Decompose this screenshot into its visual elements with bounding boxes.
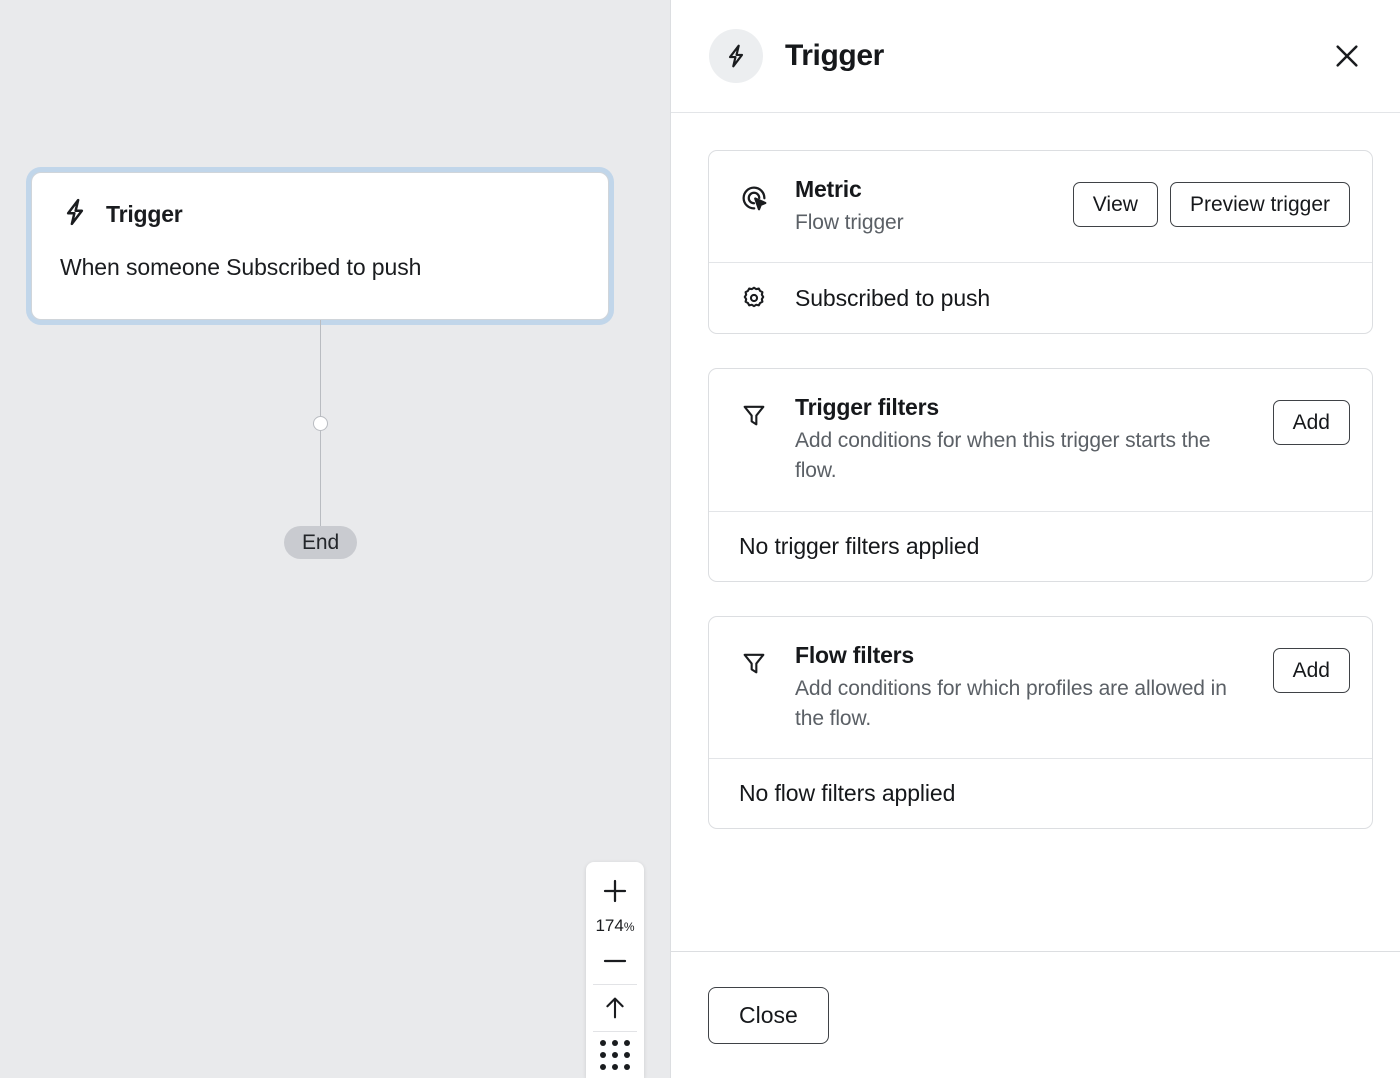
lightning-bolt-icon xyxy=(60,197,90,232)
zoom-level-label: 174% xyxy=(595,914,634,938)
flow-filters-card-text: Flow filters Add conditions for which pr… xyxy=(769,641,1273,735)
trigger-filters-actions: Add xyxy=(1272,393,1350,446)
trigger-node-wrapper: Trigger When someone Subscribed to push xyxy=(31,172,609,320)
zoom-in-button[interactable] xyxy=(586,868,644,914)
trigger-filters-card-main: Trigger filters Add conditions for when … xyxy=(709,369,1372,511)
close-button[interactable]: Close xyxy=(708,986,829,1044)
trigger-detail-panel: Trigger Metric Flow trigger View Preview… xyxy=(670,0,1400,1078)
metric-card-title: Metric xyxy=(795,176,862,202)
dots-grid-icon[interactable] xyxy=(586,1032,644,1078)
trigger-node-description: When someone Subscribed to push xyxy=(60,254,422,280)
panel-body: Metric Flow trigger View Preview trigger xyxy=(671,113,1400,951)
trigger-filters-title: Trigger filters xyxy=(795,394,939,421)
flow-filters-actions: Add xyxy=(1272,641,1350,693)
panel-title: Trigger xyxy=(785,39,884,72)
click-target-icon xyxy=(739,175,769,213)
gear-icon xyxy=(739,284,769,312)
flow-filters-empty-row: No flow filters applied xyxy=(709,758,1372,828)
panel-footer: Close xyxy=(671,951,1400,1078)
zoom-level-value: 174 xyxy=(595,916,624,935)
trigger-node[interactable]: Trigger When someone Subscribed to push xyxy=(31,172,609,320)
zoom-toolbar: 174% xyxy=(586,862,644,1078)
add-flow-filter-button[interactable]: Add xyxy=(1272,647,1350,693)
flow-builder-screen: Trigger When someone Subscribed to push … xyxy=(0,0,1400,1078)
metric-card-actions: View Preview trigger xyxy=(1072,175,1350,227)
trigger-filters-subtitle: Add conditions for when this trigger sta… xyxy=(795,428,1211,483)
preview-trigger-button[interactable]: Preview trigger xyxy=(1169,182,1350,227)
trigger-filters-card-text: Trigger filters Add conditions for when … xyxy=(769,393,1273,487)
zoom-out-button[interactable] xyxy=(586,938,644,984)
view-button[interactable]: View xyxy=(1072,182,1158,227)
lightning-bolt-icon xyxy=(709,29,763,83)
trigger-node-header: Trigger xyxy=(60,197,580,232)
trigger-filters-empty-row: No trigger filters applied xyxy=(709,510,1372,581)
flow-filters-title: Flow filters xyxy=(795,641,915,668)
metric-card: Metric Flow trigger View Preview trigger xyxy=(708,150,1373,335)
metric-card-text: Metric Flow trigger xyxy=(769,175,1073,238)
panel-header: Trigger xyxy=(671,0,1400,113)
flow-filters-subtitle: Add conditions for which profiles are al… xyxy=(795,676,1227,730)
flow-connector-add-point[interactable] xyxy=(313,416,328,431)
metric-value-label: Subscribed to push xyxy=(795,284,991,311)
metric-value-row[interactable]: Subscribed to push xyxy=(709,262,1372,333)
metric-card-main: Metric Flow trigger View Preview trigger xyxy=(709,151,1372,262)
collapse-toolbar-button[interactable] xyxy=(586,985,644,1031)
flow-filters-card: Flow filters Add conditions for which pr… xyxy=(708,615,1373,830)
dots-grid-glyph xyxy=(600,1040,630,1070)
zoom-level-unit: % xyxy=(623,920,635,934)
flow-filters-empty-label: No flow filters applied xyxy=(739,780,956,807)
flow-filters-card-main: Flow filters Add conditions for which pr… xyxy=(709,617,1372,759)
flow-end-node[interactable]: End xyxy=(284,526,357,559)
filter-icon xyxy=(739,641,769,677)
trigger-filters-empty-label: No trigger filters applied xyxy=(739,532,980,559)
add-trigger-filter-button[interactable]: Add xyxy=(1272,400,1350,446)
metric-card-subtitle: Flow trigger xyxy=(795,210,904,234)
filter-icon xyxy=(739,393,769,429)
flow-canvas[interactable]: Trigger When someone Subscribed to push … xyxy=(0,0,670,1078)
trigger-filters-card: Trigger filters Add conditions for when … xyxy=(708,368,1373,582)
close-icon[interactable] xyxy=(1324,33,1370,79)
trigger-node-title: Trigger xyxy=(106,201,183,227)
